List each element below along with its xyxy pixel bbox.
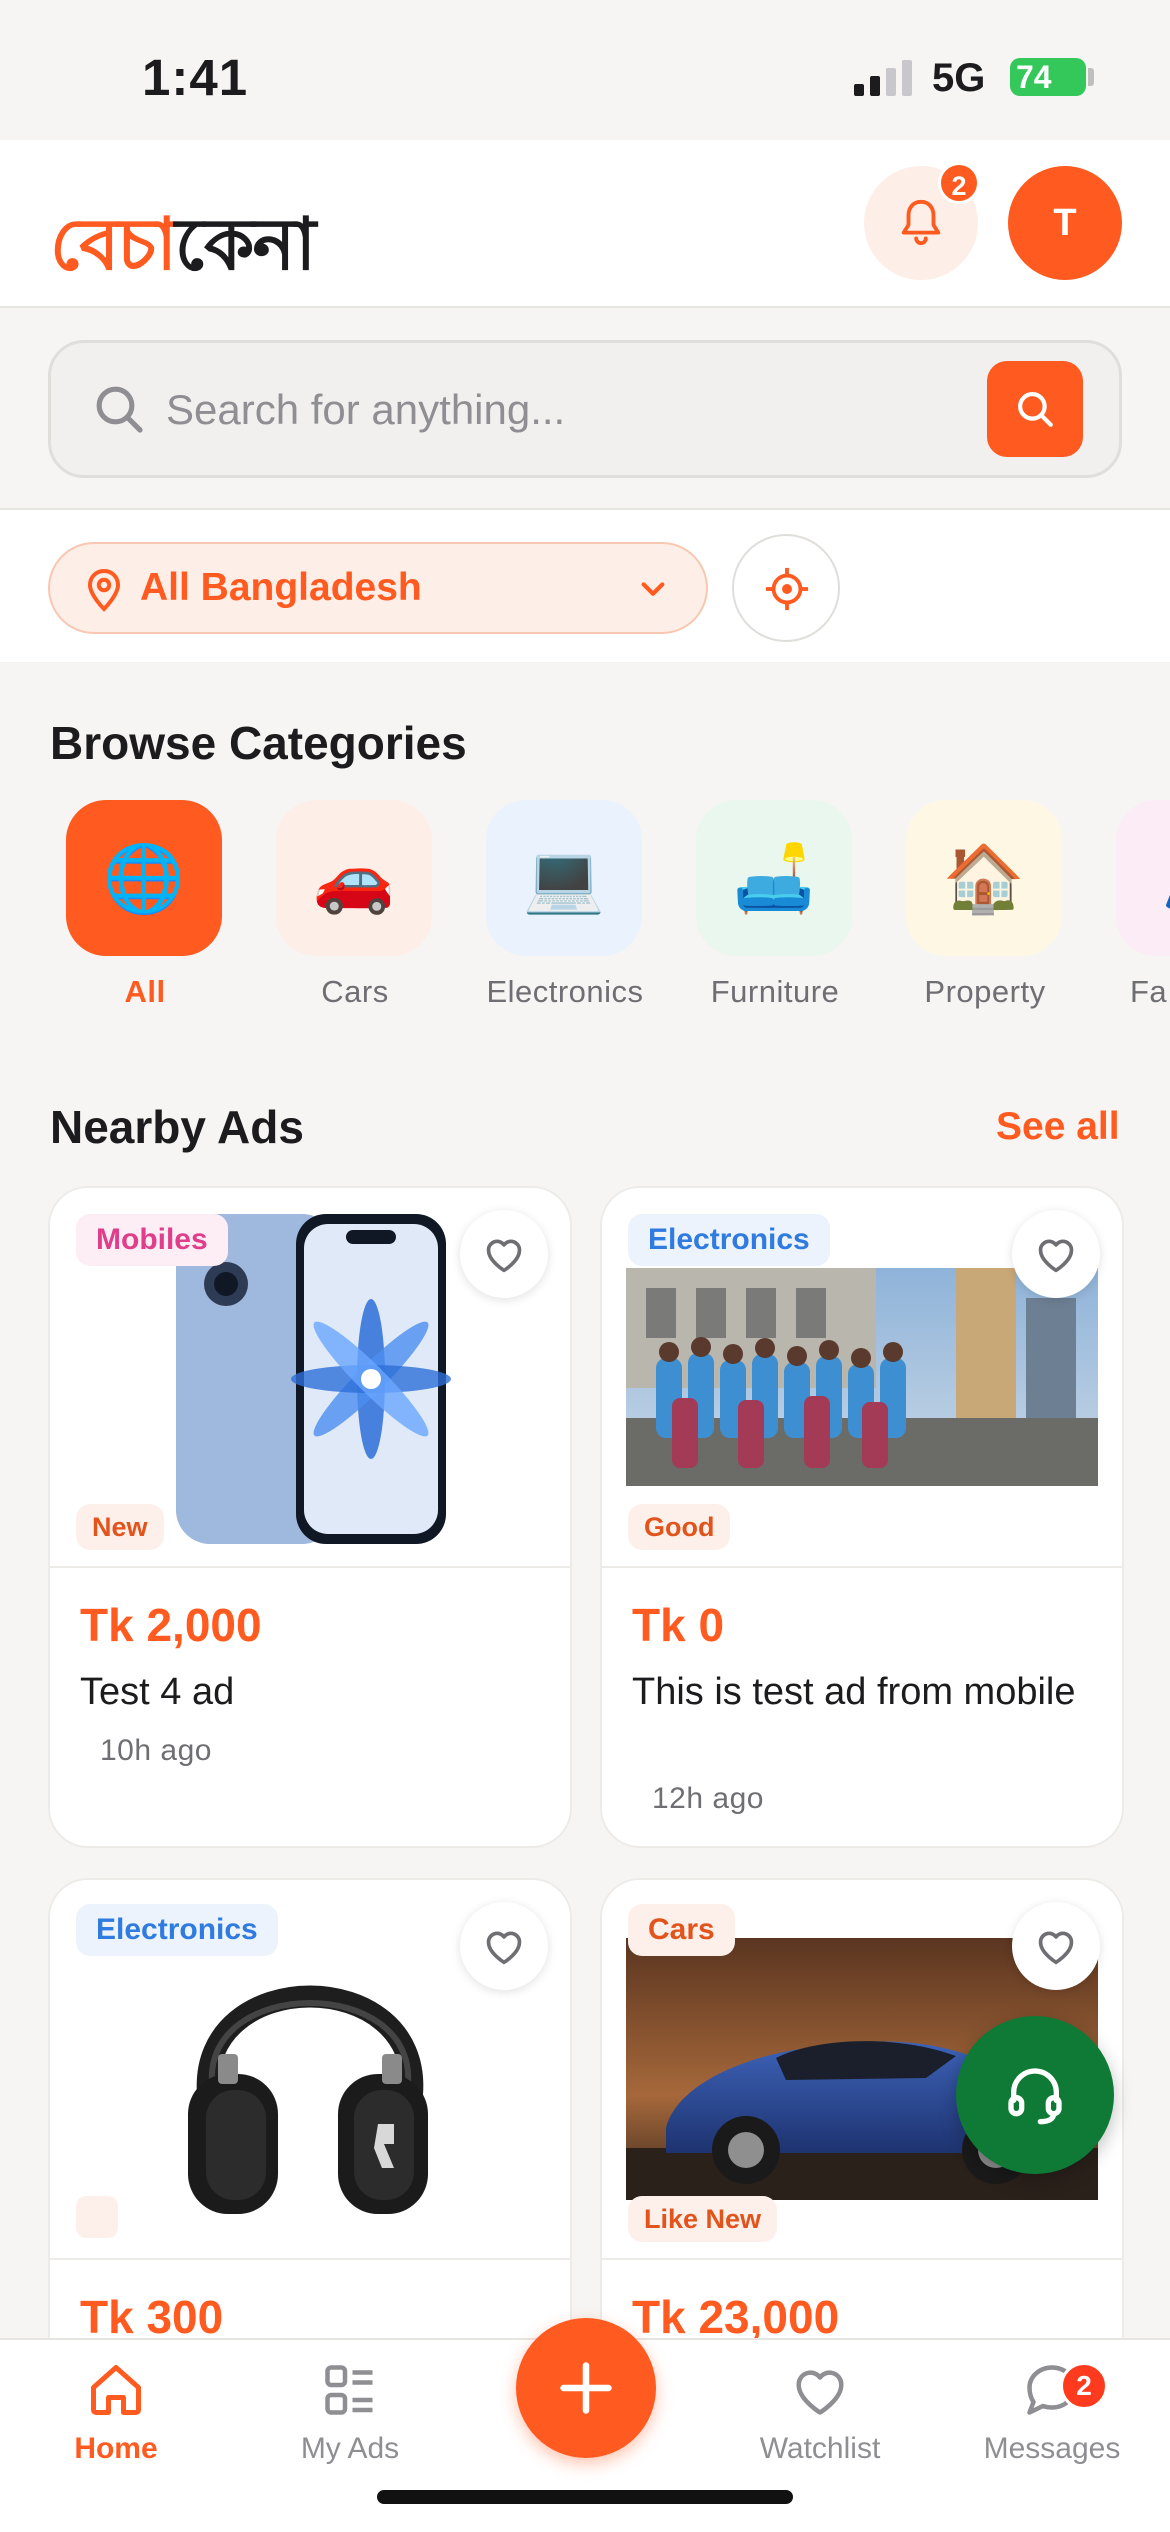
ad-details: Tk 0 This is test ad from mobile 12h ago [602,1566,1122,1846]
post-ad-button[interactable] [516,2318,656,2458]
condition-tag: Good [628,1504,731,1550]
watchlist-button[interactable] [460,1902,548,1990]
category-tag: Cars [628,1904,735,1956]
see-all-link[interactable]: See all [996,1105,1120,1149]
condition-tag: New [76,1504,164,1550]
battery-cap [1088,68,1094,86]
status-bar: 1:41 5G 74 [0,0,1170,140]
globe-icon: 🌐 [66,800,222,956]
category-property[interactable]: 🏠 Property [900,800,1062,1010]
messages-badge: 2 [1060,2362,1108,2410]
category-cars[interactable]: 🚗 Cars [270,800,432,1010]
watchlist-button[interactable] [460,1210,548,1298]
search-icon [1018,392,1053,427]
signal-icon [854,60,912,96]
ad-price: Tk 0 [632,1599,725,1651]
nav-label: My Ads [300,2432,400,2465]
category-label: Fa [1130,974,1168,1009]
laptop-icon: 💻 [486,800,642,956]
nav-my-ads[interactable]: My Ads [250,2350,450,2480]
network-type: 5G [932,56,986,100]
crosshair-icon [765,567,809,611]
heart-icon [1038,1239,1074,1273]
nearby-title: Nearby Ads [50,1101,304,1153]
ad-title: This is test ad from mobile [632,1671,1076,1713]
home-indicator [377,2490,793,2504]
battery-indicator: 74 [1010,58,1086,96]
ad-price: Tk 2,000 [80,1599,262,1651]
category-furniture[interactable]: 🛋️ Furniture [690,800,852,1010]
group-photo-image [626,1268,1098,1486]
ad-price: Tk 300 [80,2291,224,2343]
condition-tag [76,2196,118,2238]
watchlist-button[interactable] [1012,1210,1100,1298]
watchlist-button[interactable] [1012,1902,1100,1990]
logo-part-2: কেনা [175,202,316,286]
nav-messages[interactable]: Messages [952,2350,1152,2480]
nav-label: Watchlist [759,2432,881,2465]
ad-image: Mobiles New [50,1188,570,1566]
headset-icon [1008,2068,1062,2125]
category-all[interactable]: 🌐 All [60,800,222,1010]
profile-avatar[interactable]: T [1008,166,1122,280]
logo-part-1: বেচা [50,202,177,286]
category-tag: Electronics [76,1904,278,1956]
ad-card[interactable]: Mobiles New Tk 2,000 Test 4 ad 10h ago [48,1186,572,1848]
ad-card[interactable]: Electronics Tk 300 [48,1878,572,2378]
location-section: All Bangladesh [0,510,1170,662]
sofa-icon: 🛋️ [696,800,852,956]
search-icon [96,386,143,433]
categories-title: Browse Categories [50,717,467,769]
ad-image: Electronics [50,1880,570,2258]
notifications-badge: 2 [938,162,980,204]
ad-card[interactable]: Electronics Good Tk 0 This is test ad fr… [600,1186,1124,1848]
condition-tag: Like New [628,2196,778,2242]
search-bar [48,340,1122,478]
location-label: All Bangladesh [140,566,422,609]
search-input[interactable] [166,373,946,447]
search-submit-button[interactable] [987,361,1083,457]
location-pin-icon [87,568,121,612]
plus-icon [560,2362,612,2414]
search-section [0,310,1170,510]
category-label: Property [924,974,1046,1009]
status-time: 1:41 [142,49,249,106]
ad-image: Electronics Good [602,1188,1122,1566]
heart-icon [796,2370,844,2415]
category-fashion[interactable]: 👗 Fa [1110,800,1170,1010]
chevron-down-icon [641,582,665,596]
category-tag: Electronics [628,1214,830,1266]
bell-icon [901,199,941,246]
app-logo[interactable]: বেচাকেনা [50,190,316,310]
nav-home[interactable]: Home [16,2350,216,2480]
battery-level: 74 [1016,59,1052,95]
nav-label: Home [74,2432,158,2465]
app-header: বেচাকেনা 2 T [0,140,1170,308]
ad-title: Test 4 ad [80,1671,235,1713]
dress-icon: 👗 [1116,800,1170,956]
heart-icon [486,1239,522,1273]
ad-price: Tk 23,000 [632,2291,840,2343]
heart-icon [486,1931,522,1965]
nav-label: Messages [983,2432,1121,2465]
ad-details: Tk 2,000 Test 4 ad 10h ago [50,1566,570,1846]
nav-watchlist[interactable]: Watchlist [720,2350,920,2480]
list-grid-icon [325,2365,373,2415]
current-location-button[interactable] [732,534,840,642]
category-tag: Mobiles [76,1214,228,1266]
car-icon: 🚗 [276,800,432,956]
ad-time: 10h ago [100,1734,212,1767]
ad-time: 12h ago [652,1782,764,1815]
house-icon: 🏠 [906,800,1062,956]
category-electronics[interactable]: 💻 Electronics [480,800,643,1010]
home-icon [91,2365,141,2415]
location-selector[interactable]: All Bangladesh [48,542,708,634]
support-chat-button[interactable] [956,2016,1114,2174]
heart-icon [1038,1931,1074,1965]
